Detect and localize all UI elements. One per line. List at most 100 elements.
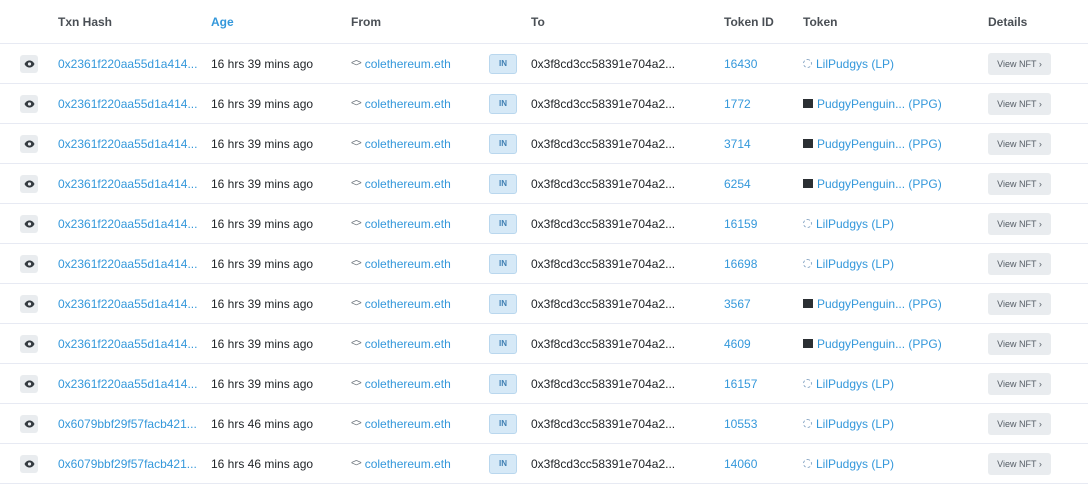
- eye-icon[interactable]: [20, 254, 38, 273]
- eye-icon[interactable]: [20, 94, 38, 113]
- direction-badge: IN: [489, 293, 517, 314]
- from-address-link[interactable]: colethereum.eth: [365, 337, 451, 351]
- age-text: 16 hrs 39 mins ago: [211, 376, 314, 391]
- to-address-text: 0x3f8cd3cc58391e704a2...: [531, 136, 676, 151]
- from-address-link[interactable]: colethereum.eth: [365, 417, 451, 431]
- token-name-link[interactable]: LilPudgys (LP): [816, 217, 894, 231]
- table-row: 0x2361f220aa55d1a414... 16 hrs 39 mins ag…: [0, 204, 1088, 244]
- view-nft-button[interactable]: View NFT ›: [988, 172, 1051, 195]
- direction-badge: IN: [489, 213, 517, 234]
- txn-hash-link[interactable]: 0x2361f220aa55d1a414...: [58, 57, 197, 71]
- txn-hash-link[interactable]: 0x2361f220aa55d1a414...: [58, 257, 197, 271]
- header-from: From: [351, 14, 381, 29]
- direction-badge: IN: [489, 93, 517, 114]
- view-nft-button[interactable]: View NFT ›: [988, 292, 1051, 315]
- eye-icon[interactable]: [20, 454, 38, 473]
- contract-icon: <>: [351, 338, 362, 349]
- header-age[interactable]: Age: [211, 15, 351, 29]
- age-text: 16 hrs 39 mins ago: [211, 296, 314, 311]
- view-nft-button[interactable]: View NFT ›: [988, 132, 1051, 155]
- to-address-text: 0x3f8cd3cc58391e704a2...: [531, 416, 676, 431]
- from-address-link[interactable]: colethereum.eth: [365, 457, 451, 471]
- eye-icon[interactable]: [20, 414, 38, 433]
- txn-hash-link[interactable]: 0x2361f220aa55d1a414...: [58, 137, 197, 151]
- direction-badge: IN: [489, 413, 517, 434]
- token-id-link[interactable]: 4609: [724, 337, 751, 351]
- token-id-link[interactable]: 3714: [724, 137, 751, 151]
- contract-icon: <>: [351, 98, 362, 109]
- to-address-text: 0x3f8cd3cc58391e704a2...: [531, 256, 676, 271]
- token-id-link[interactable]: 16157: [724, 377, 757, 391]
- txn-hash-link[interactable]: 0x6079bbf29f57facb421...: [58, 457, 197, 471]
- nft-transfers-table: Txn Hash Age From To Token ID Token Deta…: [0, 0, 1088, 484]
- token-name-link[interactable]: PudgyPenguin... (PPG): [817, 97, 942, 111]
- eye-icon[interactable]: [20, 294, 38, 313]
- token-name-link[interactable]: PudgyPenguin... (PPG): [817, 177, 942, 191]
- view-nft-button[interactable]: View NFT ›: [988, 372, 1051, 395]
- from-address-link[interactable]: colethereum.eth: [365, 257, 451, 271]
- table-row: 0x2361f220aa55d1a414... 16 hrs 39 mins ag…: [0, 124, 1088, 164]
- token-id-link[interactable]: 3567: [724, 297, 751, 311]
- preview-cell: [0, 94, 58, 113]
- token-id-link[interactable]: 10553: [724, 417, 757, 431]
- token-id-link[interactable]: 16698: [724, 257, 757, 271]
- pudgypenguins-token-icon: [803, 139, 813, 148]
- contract-icon: <>: [351, 58, 362, 69]
- eye-icon[interactable]: [20, 374, 38, 393]
- eye-icon[interactable]: [20, 174, 38, 193]
- token-id-link[interactable]: 6254: [724, 177, 751, 191]
- preview-cell: [0, 214, 58, 233]
- view-nft-button[interactable]: View NFT ›: [988, 332, 1051, 355]
- eye-icon[interactable]: [20, 134, 38, 153]
- eye-icon[interactable]: [20, 54, 38, 73]
- token-name-link[interactable]: LilPudgys (LP): [816, 457, 894, 471]
- view-nft-button[interactable]: View NFT ›: [988, 452, 1051, 475]
- from-address-link[interactable]: colethereum.eth: [365, 217, 451, 231]
- txn-hash-link[interactable]: 0x2361f220aa55d1a414...: [58, 177, 197, 191]
- token-name-link[interactable]: PudgyPenguin... (PPG): [817, 297, 942, 311]
- from-address-link[interactable]: colethereum.eth: [365, 57, 451, 71]
- direction-badge: IN: [489, 453, 517, 474]
- view-nft-button[interactable]: View NFT ›: [988, 52, 1051, 75]
- view-nft-button[interactable]: View NFT ›: [988, 92, 1051, 115]
- eye-icon[interactable]: [20, 334, 38, 353]
- token-name-link[interactable]: PudgyPenguin... (PPG): [817, 337, 942, 351]
- token-name-link[interactable]: LilPudgys (LP): [816, 257, 894, 271]
- contract-icon: <>: [351, 298, 362, 309]
- to-address-text: 0x3f8cd3cc58391e704a2...: [531, 176, 676, 191]
- from-address-link[interactable]: colethereum.eth: [365, 137, 451, 151]
- from-address-link[interactable]: colethereum.eth: [365, 297, 451, 311]
- contract-icon: <>: [351, 138, 362, 149]
- preview-cell: [0, 454, 58, 473]
- token-name-link[interactable]: PudgyPenguin... (PPG): [817, 137, 942, 151]
- lilpudgys-token-icon: [803, 419, 812, 428]
- from-address-link[interactable]: colethereum.eth: [365, 97, 451, 111]
- eye-icon[interactable]: [20, 214, 38, 233]
- txn-hash-link[interactable]: 0x2361f220aa55d1a414...: [58, 337, 197, 351]
- age-text: 16 hrs 46 mins ago: [211, 456, 314, 471]
- from-address-link[interactable]: colethereum.eth: [365, 377, 451, 391]
- token-name-link[interactable]: LilPudgys (LP): [816, 417, 894, 431]
- direction-badge: IN: [489, 373, 517, 394]
- txn-hash-link[interactable]: 0x2361f220aa55d1a414...: [58, 377, 197, 391]
- token-id-link[interactable]: 1772: [724, 97, 751, 111]
- pudgypenguins-token-icon: [803, 299, 813, 308]
- view-nft-button[interactable]: View NFT ›: [988, 252, 1051, 275]
- from-address-link[interactable]: colethereum.eth: [365, 177, 451, 191]
- token-id-link[interactable]: 16159: [724, 217, 757, 231]
- token-id-link[interactable]: 14060: [724, 457, 757, 471]
- view-nft-button[interactable]: View NFT ›: [988, 212, 1051, 235]
- token-id-link[interactable]: 16430: [724, 57, 757, 71]
- txn-hash-link[interactable]: 0x2361f220aa55d1a414...: [58, 297, 197, 311]
- token-name-link[interactable]: LilPudgys (LP): [816, 57, 894, 71]
- direction-badge: IN: [489, 333, 517, 354]
- header-details: Details: [988, 14, 1028, 29]
- txn-hash-link[interactable]: 0x6079bbf29f57facb421...: [58, 417, 197, 431]
- header-token-id: Token ID: [724, 14, 774, 29]
- to-address-text: 0x3f8cd3cc58391e704a2...: [531, 96, 676, 111]
- view-nft-button[interactable]: View NFT ›: [988, 412, 1051, 435]
- txn-hash-link[interactable]: 0x2361f220aa55d1a414...: [58, 217, 197, 231]
- lilpudgys-token-icon: [803, 59, 812, 68]
- txn-hash-link[interactable]: 0x2361f220aa55d1a414...: [58, 97, 197, 111]
- token-name-link[interactable]: LilPudgys (LP): [816, 377, 894, 391]
